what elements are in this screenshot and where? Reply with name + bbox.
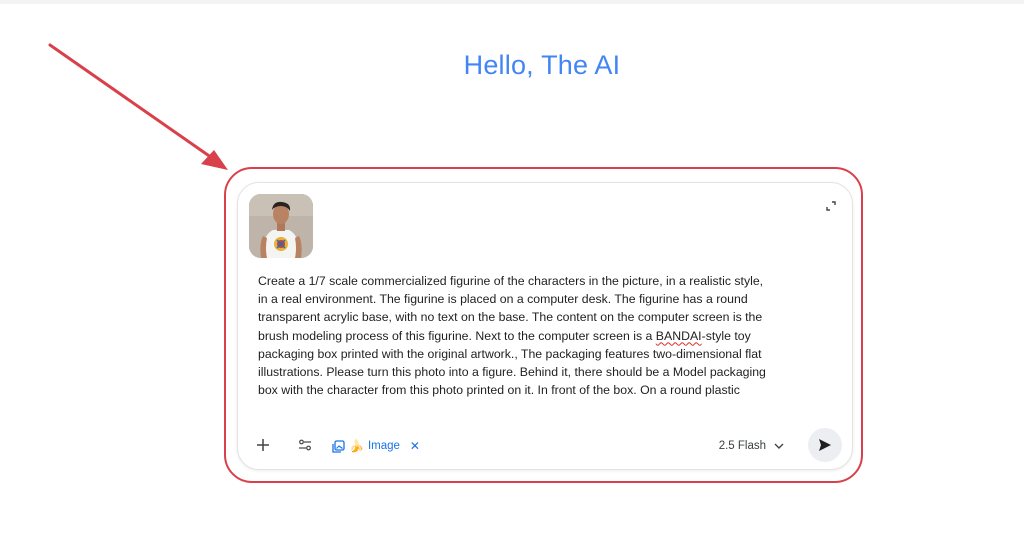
prompt-line: brush modeling process of this figurine.… xyxy=(258,328,656,343)
model-label: 2.5 Flash xyxy=(718,440,766,452)
plus-icon xyxy=(257,439,269,451)
send-button[interactable] xyxy=(808,428,842,462)
expand-icon[interactable] xyxy=(822,197,840,215)
prompt-composer[interactable]: Create a 1/7 scale commercialized figuri… xyxy=(237,182,853,470)
prompt-line: box with the character from this photo p… xyxy=(258,383,740,398)
misspelled-word[interactable]: BANDAI xyxy=(656,329,702,343)
close-icon[interactable]: ✕ xyxy=(410,439,420,453)
send-icon xyxy=(819,439,831,451)
prompt-line: -style toy xyxy=(701,328,751,343)
prompt-line: packaging box printed with the original … xyxy=(258,346,762,361)
chip-label: Image xyxy=(367,440,400,452)
greeting-title: Hello, The AI xyxy=(463,50,621,80)
annotation-arrow xyxy=(48,43,228,170)
prompt-line: transparent acrylic base, with no text o… xyxy=(258,310,763,325)
add-button[interactable] xyxy=(249,431,277,459)
attachment-thumbnail[interactable] xyxy=(249,194,313,258)
model-selector[interactable]: 2.5 Flash xyxy=(719,436,784,456)
banana-icon: 🍌 xyxy=(349,439,364,453)
sliders-icon xyxy=(299,439,311,451)
tools-button[interactable] xyxy=(291,431,319,459)
image-gallery-icon xyxy=(332,439,345,453)
prompt-line: illustrations. Please turn this photo in… xyxy=(258,365,766,380)
prompt-input[interactable]: Create a 1/7 scale commercialized figuri… xyxy=(258,272,836,399)
prompt-line: Create a 1/7 scale commercialized figuri… xyxy=(258,274,764,288)
person-photo-icon xyxy=(249,194,313,258)
image-tool-chip[interactable]: 🍌 Image ✕ xyxy=(332,436,420,456)
prompt-line: in a real environment. The figurine is p… xyxy=(258,292,748,307)
chevron-down-icon xyxy=(774,443,784,449)
composer-toolbar: 🍌 Image ✕ 2.5 Flash xyxy=(254,428,842,463)
